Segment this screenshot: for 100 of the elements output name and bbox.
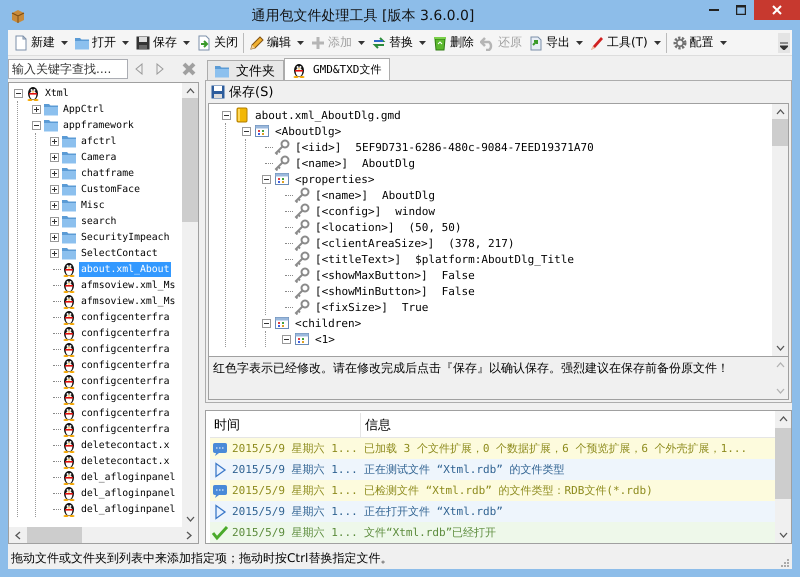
property-name[interactable]: [<iid>] [293,140,344,154]
tree-item[interactable]: search [79,214,118,228]
up-chevron-icon [776,362,784,368]
minus-box-icon[interactable] [14,88,22,98]
property-name[interactable]: [<name>] [313,188,370,202]
overflow-button[interactable] [778,32,790,52]
column-header[interactable]: 时间 [210,413,361,437]
log-row[interactable]: 2015/5/9 星期六 1... 文件“Xtml.rdb”已经打开 [210,522,775,543]
toolbar-button[interactable]: 新建 [10,32,71,53]
tree-item[interactable]: afctrl [79,134,118,148]
scroll-thumb[interactable] [772,119,788,146]
tree-item[interactable]: deletecontact.x [79,454,172,468]
plus-box-icon[interactable] [32,104,40,114]
toolbar-button[interactable]: 删除 [429,32,477,53]
plus-box-icon[interactable] [50,168,58,178]
key-icon [294,299,310,315]
plus-box-icon[interactable] [50,152,58,162]
toolbar-button[interactable]: 导出 [525,32,586,53]
key-icon [294,267,310,283]
down-chevron-icon [776,388,784,394]
key-icon [274,155,290,171]
tree-item[interactable]: <children> [293,316,364,330]
toolbar-button[interactable]: 工具(T) [586,32,664,53]
tree-item[interactable]: configcenterfra [79,422,172,436]
property-name[interactable]: [<fixSize>] [313,300,390,314]
tree-item[interactable]: Camera [79,150,118,164]
tree-item[interactable]: afmsoview.xml_Ms [79,278,178,292]
speech-bubble-icon [212,440,228,456]
folder-icon [61,197,77,213]
tree-item[interactable]: configcenterfra [79,406,172,420]
close-button[interactable] [754,0,800,20]
minimize-icon [708,9,718,11]
property-name[interactable]: [<showMaxButton>] [313,268,430,282]
minus-box-icon[interactable] [32,120,40,130]
scroll-thumb[interactable] [27,527,82,543]
minus-box-icon[interactable] [242,126,250,136]
tree-item[interactable]: configcenterfra [79,390,172,404]
tree-item[interactable]: Misc [79,198,107,212]
plus-box-icon[interactable] [50,216,58,226]
tree-item[interactable]: <properties> [293,172,376,186]
log-row[interactable]: 2015/5/9 星期六 1... 正在打开文件 “Xtml.rdb” [210,501,775,522]
tree-item[interactable]: SelectContact [79,246,160,260]
plus-box-icon[interactable] [50,232,58,242]
tree-item[interactable]: CustomFace [79,182,142,196]
tree-item[interactable]: configcenterfra [79,326,172,340]
tree-item[interactable]: configcenterfra [79,374,172,388]
scroll-thumb[interactable] [182,98,198,222]
scroll-thumb[interactable] [775,428,791,499]
tree-item[interactable]: <AboutDlg> [273,124,344,138]
minus-box-icon[interactable] [262,174,270,184]
save-button[interactable]: 保存(S) [206,81,278,103]
property-name[interactable]: [<titleText>] [313,252,404,266]
penguin-icon [61,277,77,293]
tree-item[interactable]: configcenterfra [79,358,172,372]
tree-item[interactable]: deletecontact.x [79,438,172,452]
penguin-icon [61,309,77,325]
toolbar-button[interactable]: 配置 [668,32,730,53]
tree-item[interactable]: chatframe [79,166,136,180]
resize-grip-icon[interactable] [779,557,789,567]
tree-item[interactable]: afmsoview.xml_Ms [79,294,178,308]
minus-box-icon[interactable] [222,110,230,120]
vertical-scrollbar[interactable] [182,83,198,527]
vertical-scrollbar[interactable] [772,104,788,356]
minus-box-icon[interactable] [262,318,270,328]
tree-item[interactable]: Xtml [43,86,71,100]
property-name[interactable]: [<clientAreaSize>] [313,236,436,250]
tree-item[interactable]: appframework [61,118,136,132]
log-row[interactable]: 2015/5/9 星期六 1... 正在测试文件 “Xtml.rdb” 的文件类型 [210,459,775,480]
tab[interactable]: GMD&TXD文件 [284,58,390,80]
key-icon [294,235,310,251]
tab[interactable]: 文件夹 [207,60,284,80]
toolbar-button[interactable]: 编辑 [246,32,307,53]
tree-item[interactable]: del_afloginpanel [79,486,178,500]
plus-box-icon[interactable] [50,136,58,146]
tree-item[interactable]: SecurityImpeach [79,230,172,244]
minus-box-icon[interactable] [282,334,290,344]
column-header[interactable]: 信息 [361,413,391,437]
property-name[interactable]: [<config>] [313,204,384,218]
tree-item[interactable]: about.xml_AboutDlg.gmd [253,108,403,122]
key-icon [274,139,290,155]
tree-item[interactable]: AppCtrl [61,102,106,116]
plus-box-icon[interactable] [50,184,58,194]
horizontal-scrollbar[interactable] [9,527,198,543]
plus-box-icon[interactable] [50,200,58,210]
toolbar-button[interactable]: 打开 [71,32,132,53]
property-name[interactable]: [<location>] [313,220,396,234]
tree-item[interactable]: del_afloginpanel [79,470,178,484]
tree-item[interactable]: configcenterfra [79,310,172,324]
toolbar-button[interactable]: 保存 [132,32,193,53]
tree-item[interactable]: del_afloginpanel [79,502,178,516]
table-cell-text: 2015/5/9 星期六 1... [231,441,359,456]
property-name[interactable]: [<name>] [293,156,350,170]
tree-item[interactable]: configcenterfra [79,342,172,356]
search-field[interactable]: 输入关键字查找.... [8,59,128,79]
toolbar-button[interactable]: 替换 [368,32,429,53]
vertical-scrollbar[interactable] [775,411,791,543]
property-name[interactable]: [<showMinButton>] [313,284,430,298]
plus-box-icon[interactable] [50,248,58,258]
tree-item[interactable]: <1> [313,332,337,346]
toolbar-button[interactable]: 关闭 [193,32,241,53]
